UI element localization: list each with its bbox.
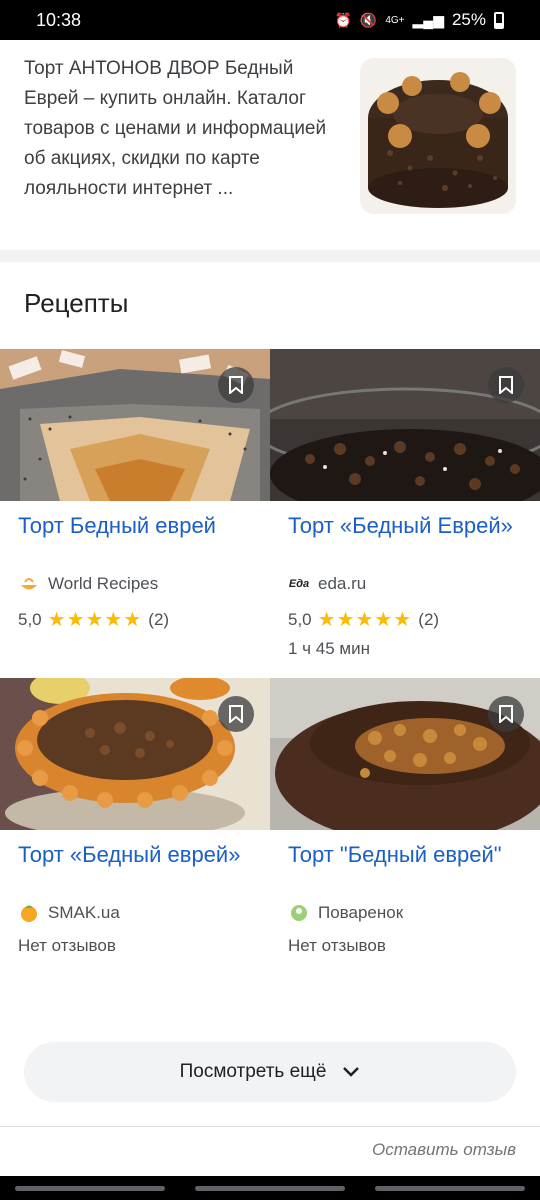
review-count: (2) xyxy=(418,609,440,629)
nav-pill-home[interactable] xyxy=(195,1185,345,1191)
recipe-rating: Нет отзывов xyxy=(18,936,116,956)
bookmark-button[interactable] xyxy=(218,696,254,732)
battery-percent: 25% xyxy=(451,10,486,29)
source-name: SMAK.ua xyxy=(48,903,120,922)
recipe-title[interactable]: Торт «Бедный Еврей» xyxy=(288,511,540,541)
mute-icon: 🔇 xyxy=(359,11,378,28)
network-label: 4G+ xyxy=(385,14,405,26)
bookmark-button[interactable] xyxy=(218,367,254,403)
system-nav-bar xyxy=(0,1176,540,1200)
show-more-label: Посмотреть ещё xyxy=(179,1061,327,1082)
bookmark-button[interactable] xyxy=(488,696,524,732)
feedback-link[interactable]: Оставить отзыв xyxy=(372,1140,516,1160)
battery-icon xyxy=(494,11,504,29)
snippet-text: Торт АНТОНОВ ДВОР Бедный Еврей – купить … xyxy=(24,58,327,199)
recipe-source: Eда eda.ru xyxy=(288,573,366,595)
recipe-card[interactable]: Торт «Бедный Еврей» Eда eda.ru 5,0 ★★★★★… xyxy=(270,349,540,679)
bookmark-icon xyxy=(499,705,513,723)
recipe-rating: Нет отзывов xyxy=(288,936,386,956)
recipe-title[interactable]: Торт «Бедный еврей» xyxy=(18,840,278,870)
show-more-button[interactable]: Посмотреть ещё xyxy=(24,1042,516,1102)
bookmark-icon xyxy=(229,705,243,723)
review-count: (2) xyxy=(148,609,170,629)
divider xyxy=(0,1126,540,1127)
section-title: Рецепты xyxy=(24,288,129,318)
nav-pill-left[interactable] xyxy=(15,1185,165,1191)
rating-value: 5,0 xyxy=(18,609,42,629)
recipe-title[interactable]: Торт Бедный еврей xyxy=(18,511,278,541)
recipe-image[interactable] xyxy=(0,349,270,501)
recipe-image[interactable] xyxy=(270,349,540,501)
rating-value: 5,0 xyxy=(288,609,312,629)
recipe-card[interactable]: Торт Бедный еврей World Recipes 5,0 ★★★★… xyxy=(0,349,270,679)
signal-icon: ▂▄▆ xyxy=(412,11,444,28)
bookmark-icon xyxy=(229,376,243,394)
recipe-source: Поваренок xyxy=(288,902,403,924)
star-rating-icon: ★★★★★ xyxy=(47,609,143,631)
no-reviews: Нет отзывов xyxy=(288,936,386,955)
status-time: 10:38 xyxy=(36,9,82,30)
recipe-source: World Recipes xyxy=(18,573,158,595)
recipe-card[interactable]: Торт "Бедный еврей" Поваренок Нет отзыво… xyxy=(270,678,540,1008)
result-snippet[interactable]: Торт АНТОНОВ ДВОР Бедный Еврей – купить … xyxy=(0,40,540,250)
world-recipes-icon xyxy=(18,573,40,595)
status-bar: 10:38 ⏰ 🔇 4G+ ▂▄▆ 25% xyxy=(0,0,540,40)
nav-pill-right[interactable] xyxy=(375,1185,525,1191)
chevron-down-icon xyxy=(343,1067,360,1077)
no-reviews: Нет отзывов xyxy=(18,936,116,955)
recipe-image[interactable] xyxy=(0,678,270,830)
source-name: eda.ru xyxy=(318,574,367,593)
section-divider xyxy=(0,250,540,262)
recipe-source: SMAK.ua xyxy=(18,902,120,924)
snippet-thumbnail[interactable] xyxy=(360,58,516,214)
povarenok-icon xyxy=(288,902,310,924)
status-icons: ⏰ 🔇 4G+ ▂▄▆ 25% xyxy=(334,10,504,30)
alarm-icon: ⏰ xyxy=(334,11,352,28)
star-rating-icon: ★★★★★ xyxy=(317,609,413,631)
bookmark-button[interactable] xyxy=(488,367,524,403)
recipe-card[interactable]: Торт «Бедный еврей» SMAK.ua Нет отзывов xyxy=(0,678,270,1008)
recipe-image[interactable] xyxy=(270,678,540,830)
recipe-rating: 5,0 ★★★★★ (2) xyxy=(18,607,169,632)
eda-icon: Eда xyxy=(288,578,310,590)
cook-time: 1 ч 45 мин xyxy=(288,639,370,658)
source-name: Поваренок xyxy=(318,903,404,922)
smak-icon xyxy=(18,902,40,924)
bookmark-icon xyxy=(499,376,513,394)
recipe-title[interactable]: Торт "Бедный еврей" xyxy=(288,840,540,870)
recipe-rating: 5,0 ★★★★★ (2) xyxy=(288,607,439,632)
source-name: World Recipes xyxy=(48,574,159,593)
